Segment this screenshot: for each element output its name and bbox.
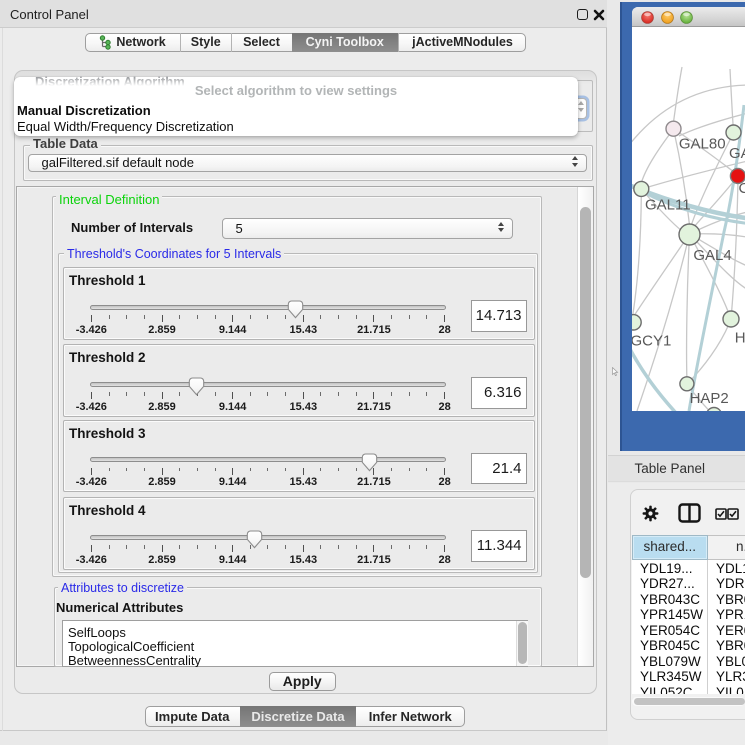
svg-text:CY: CY xyxy=(738,180,745,197)
svg-text:GAL4: GAL4 xyxy=(693,247,731,264)
svg-text:GA: GA xyxy=(728,145,745,162)
svg-text:GCY1: GCY1 xyxy=(632,333,671,350)
svg-text:H: H xyxy=(734,329,745,346)
svg-text:HAP2: HAP2 xyxy=(689,390,728,407)
svg-text:GAL11: GAL11 xyxy=(645,196,691,213)
svg-text:GAL80: GAL80 xyxy=(678,136,725,153)
